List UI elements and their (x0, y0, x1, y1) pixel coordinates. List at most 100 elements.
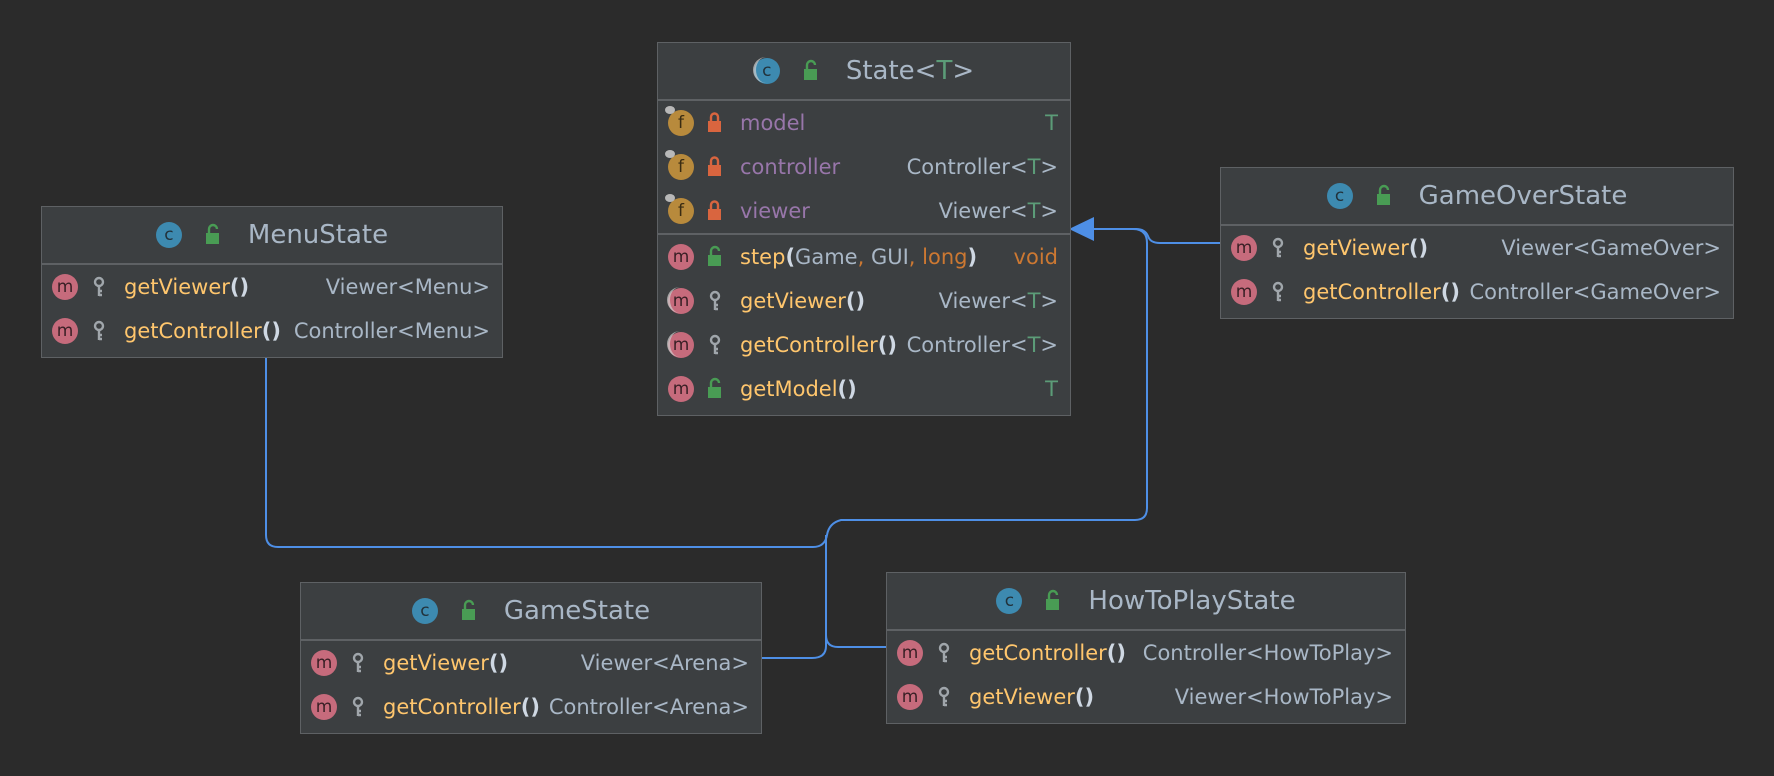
public-lock-icon (205, 223, 219, 244)
class-how-to-play-state[interactable]: c HowToPlayState m getController() Contr… (886, 572, 1406, 724)
public-lock-icon (803, 59, 817, 80)
protected-key-icon (1272, 237, 1284, 258)
class-title: HowToPlayState (1088, 586, 1296, 616)
protected-key-icon (1272, 281, 1284, 302)
method-icon: m (311, 694, 337, 720)
private-lock-icon (708, 156, 721, 176)
method-row-getviewer[interactable]: m getViewer() Viewer<T> (658, 279, 1070, 323)
method-row-getviewer[interactable]: m getViewer() Viewer<Menu> (42, 265, 502, 309)
class-game-state[interactable]: c GameState m getViewer() Viewer<Arena> … (300, 582, 762, 734)
method-signature: getController() (969, 641, 1126, 665)
method-row-getcontroller[interactable]: m getController() Controller<T> (658, 323, 1070, 367)
method-return-type: Controller<T> (906, 333, 1058, 357)
field-row-controller[interactable]: f controller Controller<T> (658, 145, 1070, 189)
class-game-over-state[interactable]: c GameOverState m getViewer() Viewer<Gam… (1220, 167, 1734, 319)
protected-key-icon (709, 290, 721, 311)
method-icon: m (52, 318, 78, 344)
method-return-type: Viewer<T> (938, 289, 1058, 313)
method-signature: getModel() (740, 377, 857, 401)
class-title: GameOverState (1418, 181, 1628, 211)
protected-key-icon (93, 276, 105, 297)
method-return-type: Viewer<Menu> (325, 275, 490, 299)
field-row-viewer[interactable]: f viewer Viewer<T> (658, 189, 1070, 233)
method-row-getviewer[interactable]: m getViewer() Viewer<HowToPlay> (887, 675, 1405, 719)
class-icon: c (996, 588, 1023, 614)
abstract-method-icon: m (667, 287, 694, 314)
edge-gameoverstate-to-state (1094, 228, 1220, 244)
method-signature: getViewer() (969, 685, 1095, 709)
class-state[interactable]: c State<T> f model T f controller Contro… (657, 42, 1071, 416)
protected-key-icon (352, 652, 364, 673)
field-type: T (1045, 111, 1058, 135)
method-icon: m (311, 650, 337, 676)
field-row-model[interactable]: f model T (658, 101, 1070, 145)
public-lock-icon (1376, 184, 1390, 205)
field-name: viewer (740, 199, 810, 223)
public-lock-icon (461, 599, 475, 620)
method-signature: getViewer() (383, 651, 509, 675)
protected-key-icon (709, 334, 721, 355)
class-icon: c (1326, 183, 1353, 209)
field-icon: f (665, 106, 694, 136)
method-return-type: Viewer<HowToPlay> (1174, 685, 1393, 709)
private-lock-icon (708, 200, 721, 220)
method-signature: getViewer() (740, 289, 866, 313)
method-icon: m (1231, 235, 1257, 261)
public-lock-icon (1046, 589, 1060, 610)
method-return-type: T (1045, 377, 1058, 401)
method-return-type: Viewer<Arena> (580, 651, 749, 675)
public-lock-icon (708, 377, 721, 398)
class-title: State<T> (845, 56, 975, 86)
field-icon: f (665, 150, 694, 180)
method-row-getcontroller[interactable]: m getController() Controller<GameOver> (1221, 270, 1733, 314)
method-row-getviewer[interactable]: m getViewer() Viewer<GameOver> (1221, 226, 1733, 270)
protected-key-icon (352, 696, 364, 717)
method-icon: m (52, 274, 78, 300)
method-signature: getController() (383, 695, 540, 719)
method-return-type: Controller<Arena> (548, 695, 749, 719)
field-name: model (740, 111, 806, 135)
protected-key-icon (93, 320, 105, 341)
edge-howtoplaystate-to-state (825, 535, 886, 648)
method-row-getviewer[interactable]: m getViewer() Viewer<Arena> (301, 641, 761, 685)
method-icon: m (897, 640, 923, 666)
public-lock-icon (708, 245, 721, 266)
abstract-method-icon: m (667, 331, 694, 358)
method-signature: getController() (1303, 280, 1460, 304)
method-signature: getViewer() (124, 275, 250, 299)
private-lock-icon (708, 112, 721, 132)
class-title: GameState (503, 596, 651, 626)
field-icon: f (665, 194, 694, 224)
method-row-step[interactable]: m step(Game, GUI, long) void (658, 233, 1070, 279)
method-signature: getController() (740, 333, 897, 357)
class-header: c GameState (301, 583, 761, 641)
method-row-getcontroller[interactable]: m getController() Controller<Arena> (301, 685, 761, 729)
method-icon: m (668, 244, 694, 270)
protected-key-icon (938, 642, 950, 663)
class-menu-state[interactable]: c MenuState m getViewer() Viewer<Menu> m… (41, 206, 503, 358)
protected-key-icon (938, 686, 950, 707)
method-row-getcontroller[interactable]: m getController() Controller<HowToPlay> (887, 631, 1405, 675)
class-icon: c (155, 222, 182, 248)
method-icon: m (897, 684, 923, 710)
field-type: Viewer<T> (938, 199, 1058, 223)
method-row-getmodel[interactable]: m getModel() T (658, 367, 1070, 411)
class-title: MenuState (247, 220, 389, 250)
method-signature: getController() (124, 319, 281, 343)
field-type: Controller<T> (906, 155, 1058, 179)
method-signature: step(Game, GUI, long) (740, 245, 978, 269)
abstract-class-icon: c (752, 57, 780, 84)
class-header: c GameOverState (1221, 168, 1733, 226)
method-row-getcontroller[interactable]: m getController() Controller<Menu> (42, 309, 502, 353)
edge-gamestate-to-state (762, 535, 827, 659)
method-return-type: Controller<HowToPlay> (1142, 641, 1393, 665)
method-return-type: Viewer<GameOver> (1501, 236, 1721, 260)
method-icon: m (1231, 279, 1257, 305)
method-return-type: void (1013, 245, 1058, 269)
class-header: c MenuState (42, 207, 502, 265)
method-signature: getViewer() (1303, 236, 1429, 260)
class-header: c State<T> (658, 43, 1070, 101)
class-icon: c (411, 598, 438, 624)
inheritance-arrowhead (1069, 217, 1094, 241)
field-name: controller (740, 155, 841, 179)
